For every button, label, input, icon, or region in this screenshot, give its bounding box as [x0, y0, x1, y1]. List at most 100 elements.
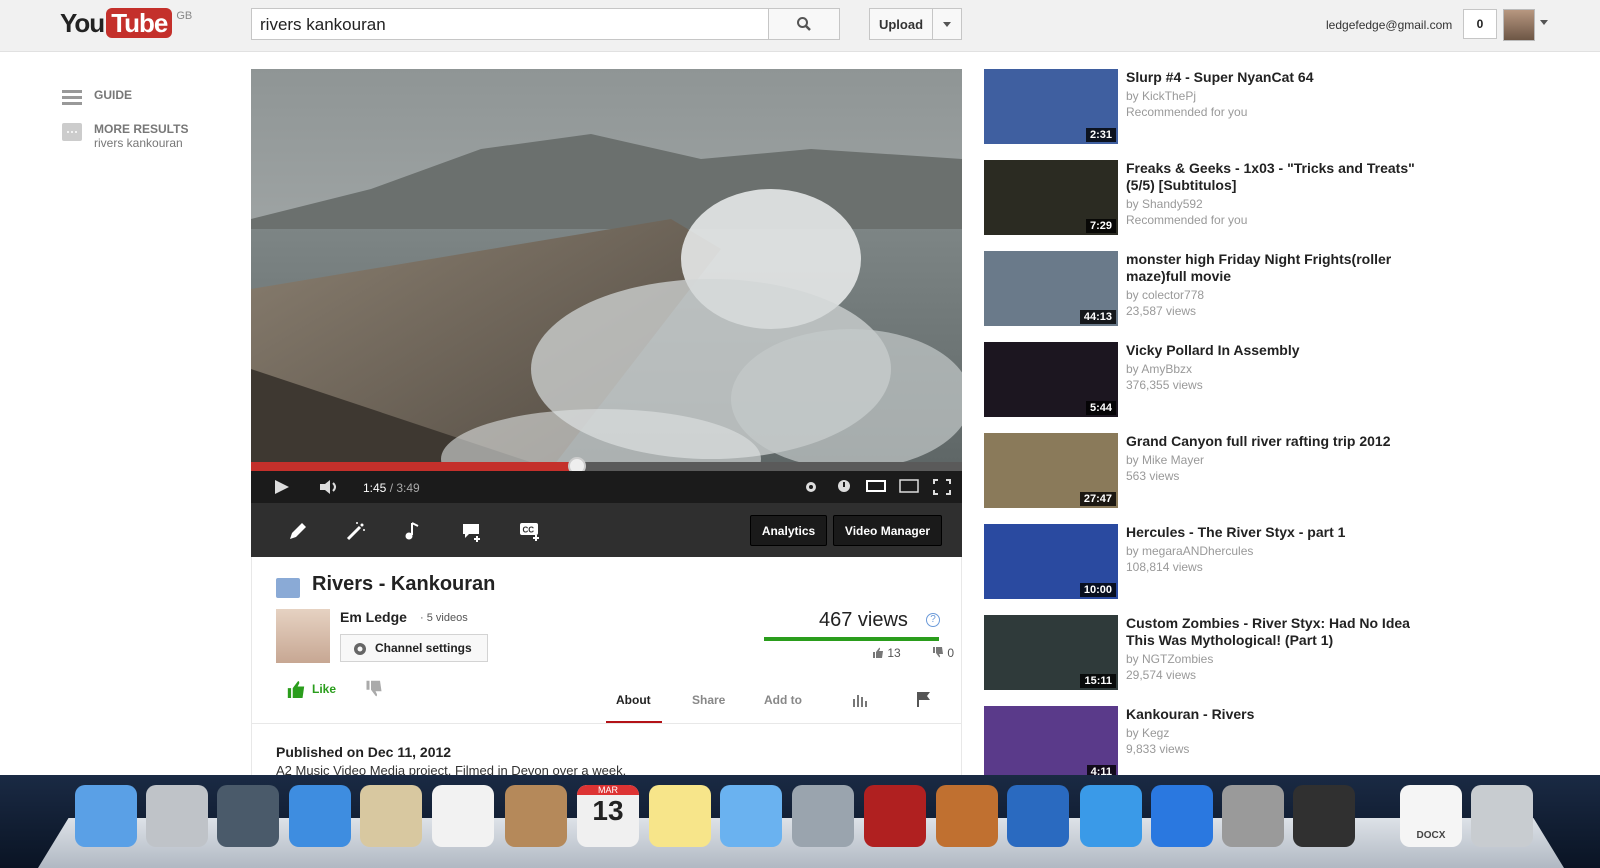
like-sentiment-bar: [764, 637, 939, 641]
channel-settings-button[interactable]: Channel settings: [340, 634, 488, 662]
related-video-item[interactable]: 4:11 Kankouran - Rivers by Kegz 9,833 views: [984, 706, 1434, 782]
related-video-channel[interactable]: by megaraANDhercules: [1126, 543, 1253, 559]
guide-sidebar: GUIDE MORE RESULTS rivers kankouran: [62, 88, 188, 164]
captions-icon[interactable]: CC: [519, 520, 541, 542]
system-preferences-icon[interactable]: [1222, 785, 1284, 847]
guide-item-guide[interactable]: GUIDE: [62, 88, 188, 108]
itunes-icon[interactable]: [1080, 785, 1142, 847]
upload-button[interactable]: Upload: [869, 8, 933, 40]
related-video-item[interactable]: 15:11 Custom Zombies - River Styx: Had No…: [984, 615, 1434, 691]
mail-icon[interactable]: [360, 785, 422, 847]
related-video-item[interactable]: 5:44 Vicky Pollard In Assembly by AmyBbzx 3…: [984, 342, 1434, 418]
related-video-channel[interactable]: by colector778: [1126, 287, 1204, 303]
reminders-icon[interactable]: [432, 785, 494, 847]
video-player[interactable]: [251, 69, 962, 500]
related-video-title[interactable]: monster high Friday Night Frights(roller…: [1126, 251, 1426, 285]
related-video-thumbnail[interactable]: 5:44: [984, 342, 1118, 417]
related-video-thumbnail[interactable]: 7:29: [984, 160, 1118, 235]
calendar-month: MAR: [577, 785, 639, 795]
finder-icon[interactable]: [75, 785, 137, 847]
trash-icon[interactable]: [1471, 785, 1533, 847]
annotations-icon[interactable]: [837, 479, 851, 493]
related-video-title[interactable]: Slurp #4 - Super NyanCat 64: [1126, 69, 1426, 86]
music-note-icon[interactable]: [403, 520, 425, 542]
related-video-title[interactable]: Custom Zombies - River Styx: Had No Idea…: [1126, 615, 1426, 649]
related-video-thumbnail[interactable]: 44:13: [984, 251, 1118, 326]
large-player-icon[interactable]: [899, 479, 919, 493]
guide-item-more-results[interactable]: MORE RESULTS rivers kankouran: [62, 122, 188, 150]
related-video-channel[interactable]: by KickThePj: [1126, 88, 1196, 104]
contacts-icon[interactable]: [505, 785, 567, 847]
quicktime-icon[interactable]: [1007, 785, 1069, 847]
related-video-title[interactable]: Kankouran - Rivers: [1126, 706, 1426, 723]
play-icon[interactable]: [273, 479, 291, 495]
time-display: 1:45 / 3:49: [363, 481, 420, 495]
notification-count[interactable]: 0: [1463, 9, 1497, 39]
related-video-item[interactable]: 7:29 Freaks & Geeks - 1x03 - "Tricks and …: [984, 160, 1434, 236]
related-video-thumbnail[interactable]: 2:31: [984, 69, 1118, 144]
upload-dropdown-button[interactable]: [932, 8, 962, 40]
related-video-title[interactable]: Freaks & Geeks - 1x03 - "Tricks and Trea…: [1126, 160, 1426, 194]
related-video-thumbnail[interactable]: 15:11: [984, 615, 1118, 690]
tab-add-to[interactable]: Add to: [764, 693, 802, 707]
volume-icon[interactable]: [319, 479, 341, 495]
add-annotation-icon[interactable]: [461, 520, 483, 542]
facetime-icon[interactable]: [792, 785, 854, 847]
safari-icon[interactable]: [289, 785, 351, 847]
account-menu-chevron-icon[interactable]: [1540, 20, 1548, 25]
progress-bar[interactable]: [251, 457, 962, 475]
search-input[interactable]: rivers kankouran: [251, 8, 769, 40]
search-button[interactable]: [768, 8, 840, 40]
stickies-icon[interactable]: [649, 785, 711, 847]
related-video-thumbnail[interactable]: 27:47: [984, 433, 1118, 508]
launchpad-icon[interactable]: [146, 785, 208, 847]
pencil-icon[interactable]: [287, 520, 309, 542]
account-avatar[interactable]: [1503, 9, 1535, 41]
related-video-duration: 44:13: [1079, 310, 1116, 324]
video-manager-button[interactable]: Video Manager: [833, 515, 942, 546]
related-video-thumbnail[interactable]: 4:11: [984, 706, 1118, 781]
photo-booth-icon[interactable]: [864, 785, 926, 847]
related-video-channel[interactable]: by NGTZombies: [1126, 651, 1213, 667]
small-player-icon[interactable]: [866, 479, 886, 493]
related-video-title[interactable]: Grand Canyon full river rafting trip 201…: [1126, 433, 1426, 450]
docx-file-icon[interactable]: DOCX: [1400, 785, 1462, 847]
app-store-icon[interactable]: [1151, 785, 1213, 847]
related-video-channel[interactable]: by Kegz: [1126, 725, 1169, 741]
channel-name[interactable]: Em Ledge: [340, 609, 407, 625]
iphoto-icon[interactable]: [936, 785, 998, 847]
tab-share[interactable]: Share: [692, 693, 725, 707]
analytics-button[interactable]: Analytics: [750, 515, 827, 546]
gear-icon[interactable]: [803, 479, 819, 495]
fullscreen-icon[interactable]: [933, 479, 951, 495]
tab-about[interactable]: About: [616, 693, 651, 707]
channel-avatar[interactable]: [276, 609, 330, 663]
help-icon[interactable]: ?: [926, 613, 940, 627]
photo-browser-icon[interactable]: [217, 785, 279, 847]
related-video-item[interactable]: 44:13 monster high Friday Night Frights(r…: [984, 251, 1434, 327]
related-video-title[interactable]: Vicky Pollard In Assembly: [1126, 342, 1426, 359]
dislike-button[interactable]: [365, 680, 383, 703]
creator-edit-bar: CC Analytics Video Manager: [251, 503, 962, 557]
final-cut-icon[interactable]: [1293, 785, 1355, 847]
related-video-channel[interactable]: by Shandy592: [1126, 196, 1203, 212]
like-button[interactable]: Like: [286, 680, 336, 698]
related-video-item[interactable]: 2:31 Slurp #4 - Super NyanCat 64 by KickTh…: [984, 69, 1434, 145]
related-video-item[interactable]: 27:47 Grand Canyon full river rafting tri…: [984, 433, 1434, 509]
video-frame: [251, 69, 962, 500]
magic-wand-icon[interactable]: [345, 520, 367, 542]
messages-icon[interactable]: [720, 785, 782, 847]
related-video-thumbnail[interactable]: 10:00: [984, 524, 1118, 599]
channel-video-count[interactable]: · 5 videos: [420, 612, 468, 624]
related-video-item[interactable]: 10:00 Hercules - The River Styx - part 1 b…: [984, 524, 1434, 600]
video-title: Rivers - Kankouran: [312, 573, 496, 595]
stats-icon[interactable]: [852, 693, 868, 707]
youtube-logo[interactable]: You Tube GB: [60, 8, 192, 38]
related-video-channel[interactable]: by AmyBbzx: [1126, 361, 1192, 377]
dislike-count-value: 0: [947, 646, 955, 660]
related-video-channel[interactable]: by Mike Mayer: [1126, 452, 1204, 468]
account-email[interactable]: ledgefedge@gmail.com: [1326, 18, 1452, 32]
calendar-icon[interactable]: MAR 13: [577, 785, 639, 847]
flag-icon[interactable]: [916, 691, 932, 707]
related-video-title[interactable]: Hercules - The River Styx - part 1: [1126, 524, 1426, 541]
